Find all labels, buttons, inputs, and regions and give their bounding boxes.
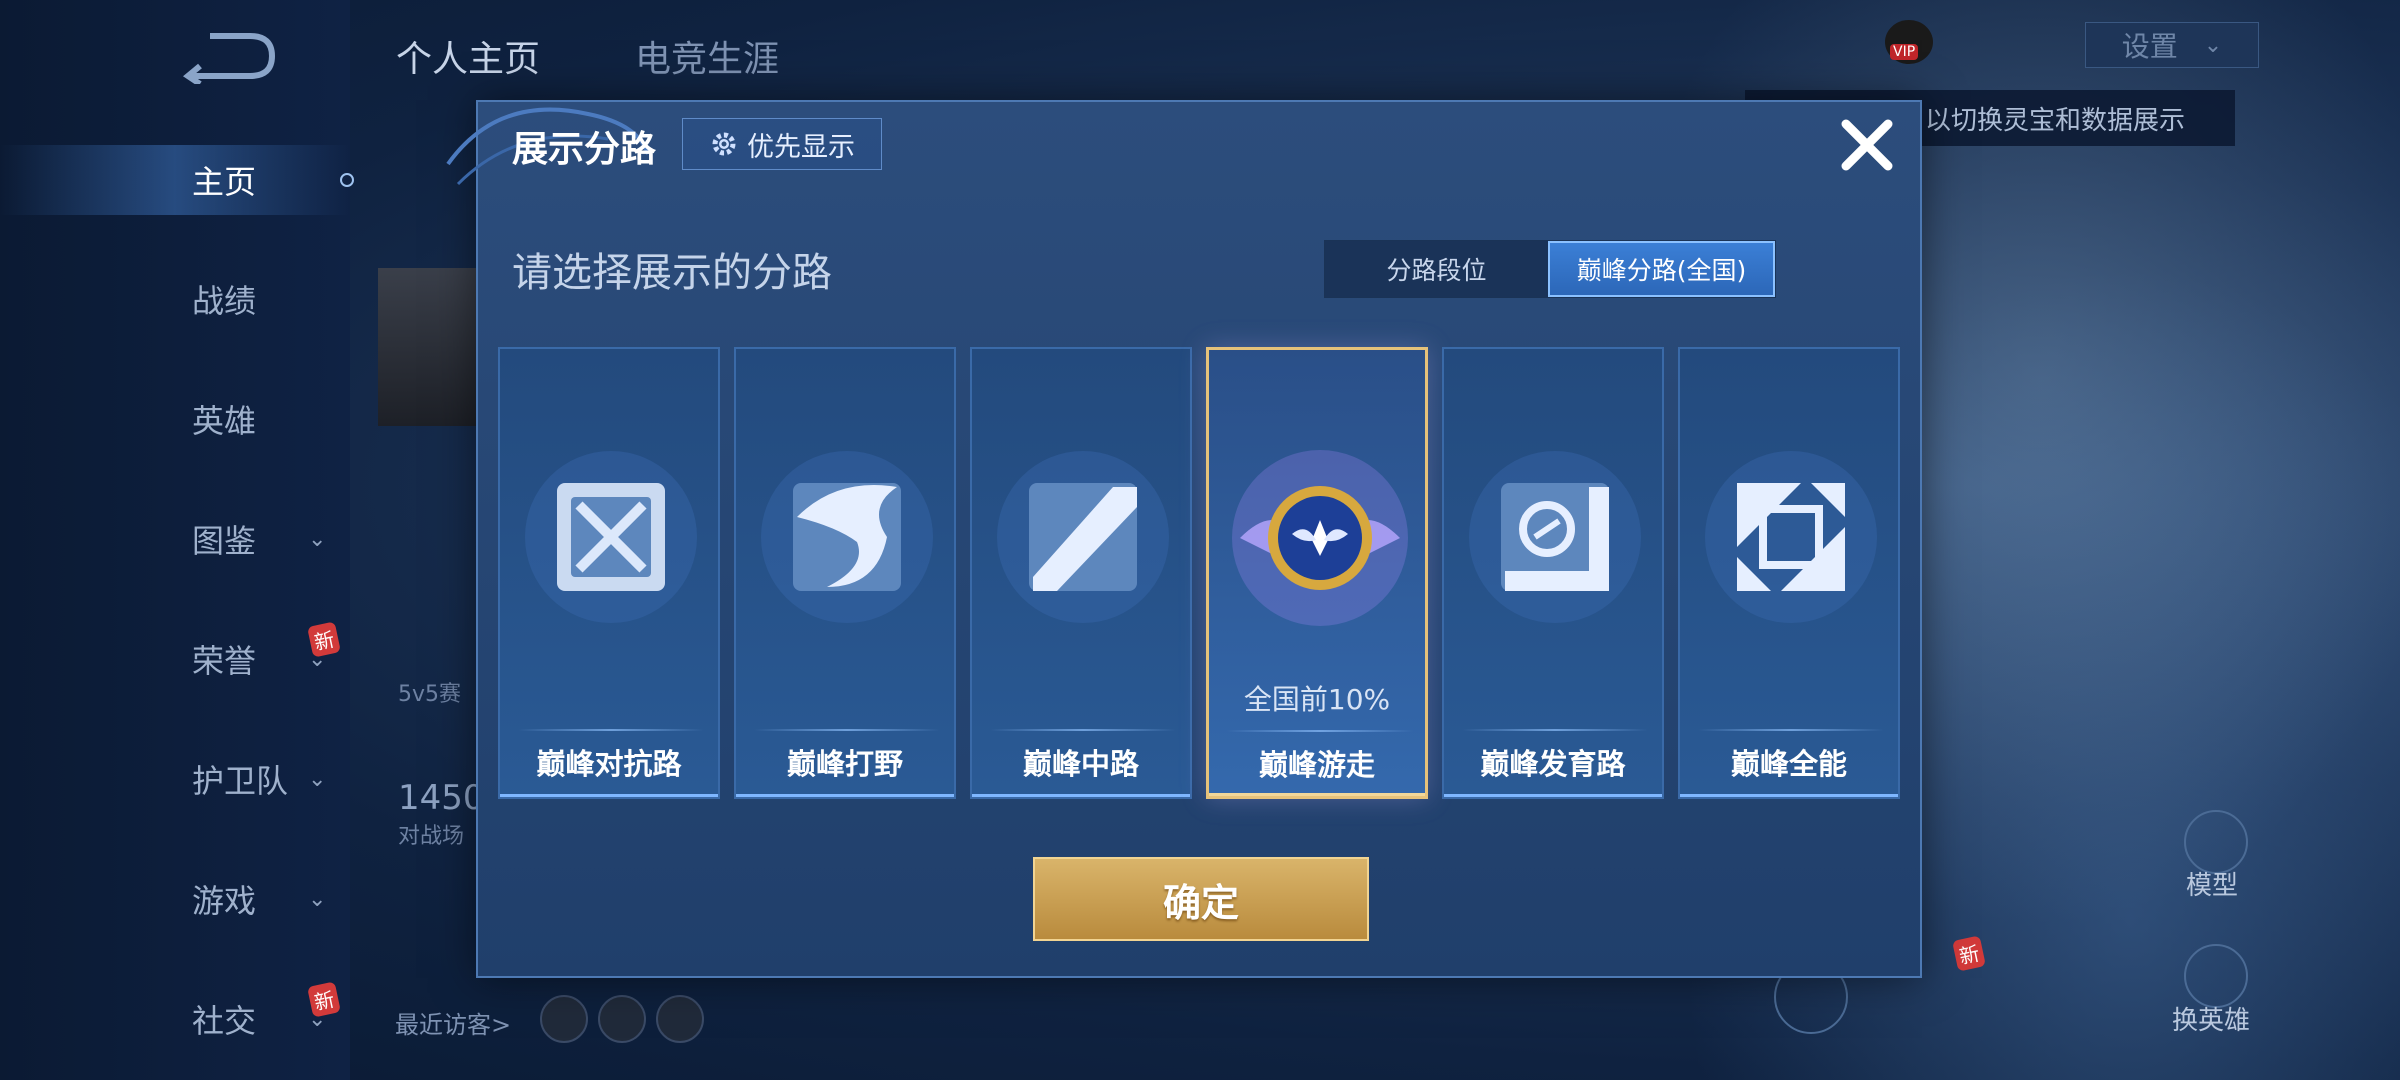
lane-card-top[interactable]: 巅峰对抗路	[498, 347, 720, 799]
chevron-down-icon: ⌄	[308, 886, 327, 912]
segment-lane-rank[interactable]: 分路段位	[1325, 241, 1548, 297]
visitor-avatar[interactable]	[598, 995, 646, 1043]
circle-s-icon	[1469, 451, 1641, 623]
card-underline	[736, 794, 954, 797]
dialog-subtitle: 请选择展示的分路	[512, 250, 832, 296]
card-underline	[1444, 794, 1662, 797]
sword-cross-icon	[525, 451, 697, 623]
mode-label: 5v5赛	[398, 682, 462, 707]
tooltip-text: 以切换灵宝和数据展示	[1925, 105, 2186, 136]
lane-card-roam[interactable]: 全国前10% 巅峰游走	[1206, 347, 1428, 799]
chevron-down-icon: ⌄	[308, 766, 327, 792]
nav-item-social[interactable]: 社交 新 ⌄	[0, 981, 350, 1054]
nav-item-label: 图鉴	[192, 522, 257, 560]
lane-card-label: 巅峰中路	[1022, 747, 1139, 781]
nav-item-label: 主页	[192, 163, 257, 201]
vip-badge: VIP	[1890, 44, 1919, 60]
visitor-avatar[interactable]	[656, 995, 704, 1043]
vip-info	[1945, 14, 2065, 64]
lane-display-dialog: 展示分路 优先显示 请选择展示的分路 分路段位 巅峰分路(全国) 巅峰对抗路 巅…	[446, 100, 1922, 978]
lane-card-label: 巅峰打野	[786, 747, 903, 781]
card-underline	[500, 794, 718, 797]
nav-item-label: 护卫队	[192, 762, 289, 800]
lane-card-jungle[interactable]: 巅峰打野	[734, 347, 956, 799]
card-divider	[754, 729, 940, 731]
lane-card-label: 巅峰对抗路	[536, 747, 682, 781]
match-count: 1450	[398, 778, 485, 818]
profile-portrait	[378, 268, 478, 426]
confirm-button[interactable]: 确定	[1033, 857, 1369, 941]
card-underline	[1209, 793, 1425, 796]
settings-label: 设置	[2121, 30, 2178, 63]
card-underline	[972, 794, 1190, 797]
new-badge: 新	[1952, 935, 1986, 972]
nav-item-label: 英雄	[192, 402, 257, 440]
four-corners-icon	[1705, 451, 1877, 623]
lane-card-list: 巅峰对抗路 巅峰打野 巅峰中路 全国前10% 巅峰游走 巅峰发育路 巅峰全能	[498, 347, 1902, 799]
match-caption: 对战场	[398, 824, 465, 849]
switch-hero-label[interactable]: 换英雄	[2172, 1000, 2250, 1037]
model-label[interactable]: 模型	[2186, 865, 2238, 902]
gear-icon	[712, 132, 736, 156]
nav-item-label: 战绩	[192, 282, 257, 320]
back-arrow-icon[interactable]	[180, 28, 280, 84]
nav-item-honor[interactable]: 荣誉 新 ⌄	[0, 621, 350, 694]
visitor-avatar[interactable]	[540, 995, 588, 1043]
recent-visitors-link[interactable]: 最近访客>	[395, 1005, 511, 1040]
card-divider	[1698, 729, 1884, 731]
lane-card-label: 巅峰发育路	[1480, 747, 1626, 781]
lane-card-adc[interactable]: 巅峰发育路	[1442, 347, 1664, 799]
card-divider	[518, 729, 704, 731]
card-divider	[1462, 729, 1648, 731]
nav-item-label: 社交	[192, 1002, 257, 1040]
lane-card-all-round[interactable]: 巅峰全能	[1678, 347, 1900, 799]
card-underline	[1680, 794, 1898, 797]
nav-item-games[interactable]: 游戏 ⌄	[0, 864, 350, 934]
lane-type-toggle: 分路段位 巅峰分路(全国)	[1324, 240, 1776, 298]
priority-display-button[interactable]: 优先显示	[682, 118, 882, 170]
lane-card-label: 巅峰游走	[1258, 748, 1375, 782]
chevron-down-icon: ⌄	[308, 1006, 327, 1032]
chevron-down-icon: ⌄	[2203, 32, 2223, 58]
slash-icon	[997, 451, 1169, 623]
tab-esports-career[interactable]: 电竞生涯	[635, 30, 779, 82]
nav-item-guard[interactable]: 护卫队 ⌄	[0, 744, 350, 814]
card-divider	[990, 729, 1176, 731]
chevron-down-icon: ⌄	[308, 646, 327, 672]
tab-profile[interactable]: 个人主页	[396, 30, 540, 82]
nav-item-heroes[interactable]: 英雄	[0, 384, 350, 454]
dragon-icon	[761, 451, 933, 623]
lane-card-label: 巅峰全能	[1730, 747, 1847, 781]
wings-emblem-icon	[1232, 450, 1408, 626]
segment-peak-lane-national[interactable]: 巅峰分路(全国)	[1548, 241, 1775, 297]
priority-display-label: 优先显示	[747, 131, 855, 163]
active-indicator	[340, 173, 354, 187]
rank-label: 全国前10%	[1243, 683, 1391, 716]
nav-item-label: 游戏	[192, 882, 257, 920]
dialog-title: 展示分路	[512, 129, 657, 170]
nav-item-codex[interactable]: 图鉴 ⌄	[0, 504, 350, 574]
left-nav: 主页 战绩 英雄 图鉴 ⌄ 荣誉 新 ⌄ 护卫队 ⌄ 游戏 ⌄ 社交 新 ⌄	[0, 0, 354, 1080]
nav-item-home[interactable]: 主页	[0, 145, 354, 215]
nav-item-record[interactable]: 战绩	[0, 264, 350, 334]
switch-hero-icon[interactable]	[2184, 944, 2248, 1008]
card-divider	[1227, 730, 1413, 732]
settings-button[interactable]: 设置 ⌄	[2085, 22, 2259, 68]
close-icon[interactable]	[1834, 112, 1900, 178]
nav-item-label: 荣誉	[192, 642, 257, 680]
chevron-down-icon: ⌄	[308, 526, 327, 552]
lane-card-mid[interactable]: 巅峰中路	[970, 347, 1192, 799]
